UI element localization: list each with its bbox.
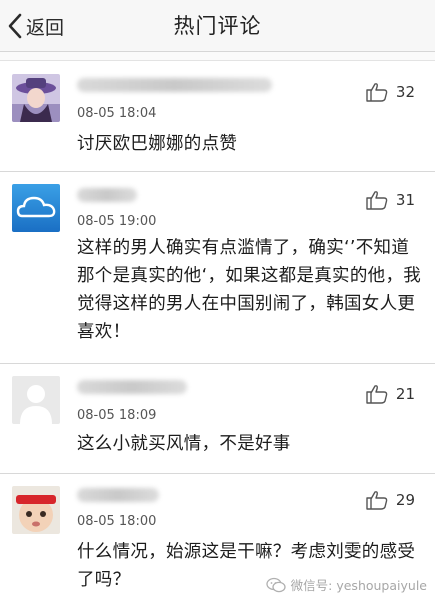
like-count: 21 xyxy=(395,385,415,403)
comment-time: 08-05 19:00 xyxy=(77,214,157,229)
thumbs-up-icon xyxy=(366,191,388,210)
comment-time: 08-05 18:00 xyxy=(77,514,157,529)
like-count: 32 xyxy=(395,83,415,101)
blurred-username xyxy=(77,380,187,394)
cloud-avatar[interactable] xyxy=(12,184,60,232)
blurred-username xyxy=(77,78,272,92)
wechat-icon xyxy=(266,577,286,592)
thumbs-up-icon xyxy=(366,385,388,404)
header-separator xyxy=(0,52,435,61)
girl-with-hat-avatar[interactable] xyxy=(12,74,60,122)
comment-text: 这么小就买风情，不是好事 xyxy=(77,434,291,454)
like-button[interactable]: 32 xyxy=(366,82,415,102)
like-count: 31 xyxy=(395,191,415,209)
default-person-avatar[interactable] xyxy=(12,376,60,424)
comment-item: 08-05 18:09 21 这么小就买风情，不是好事 xyxy=(0,364,435,474)
thumbs-up-icon xyxy=(366,83,388,102)
like-button[interactable]: 31 xyxy=(366,190,415,210)
baby-with-headband-avatar[interactable] xyxy=(12,486,60,534)
like-button[interactable]: 29 xyxy=(366,490,415,510)
comment-item: 08-05 18:04 32 讨厌欧巴娜娜的点赞 xyxy=(0,62,435,172)
wechat-watermark: 微信号: yeshoupaiyule xyxy=(266,575,427,594)
watermark-text: 微信号: yeshoupaiyule xyxy=(290,578,427,593)
comment-time: 08-05 18:09 xyxy=(77,408,157,423)
blurred-username xyxy=(77,188,137,202)
like-button[interactable]: 21 xyxy=(366,384,415,404)
thumbs-up-icon xyxy=(366,491,388,510)
page-title: 热门评论 xyxy=(173,14,262,38)
like-count: 29 xyxy=(395,491,415,509)
comment-text: 这样的男人确实有点滥情了，确实‘’不知道那个是真实的他‘，如果这都是真实的他，我… xyxy=(77,238,422,342)
comment-text: 讨厌欧巴娜娜的点赞 xyxy=(77,134,238,154)
comment-item: 08-05 19:00 31 这样的男人确实有点滥情了，确实‘’不知道那个是真实… xyxy=(0,172,435,364)
blurred-username xyxy=(77,488,159,502)
comment-time: 08-05 18:04 xyxy=(77,106,157,121)
navigation-bar: 返回 热门评论 xyxy=(0,0,435,52)
